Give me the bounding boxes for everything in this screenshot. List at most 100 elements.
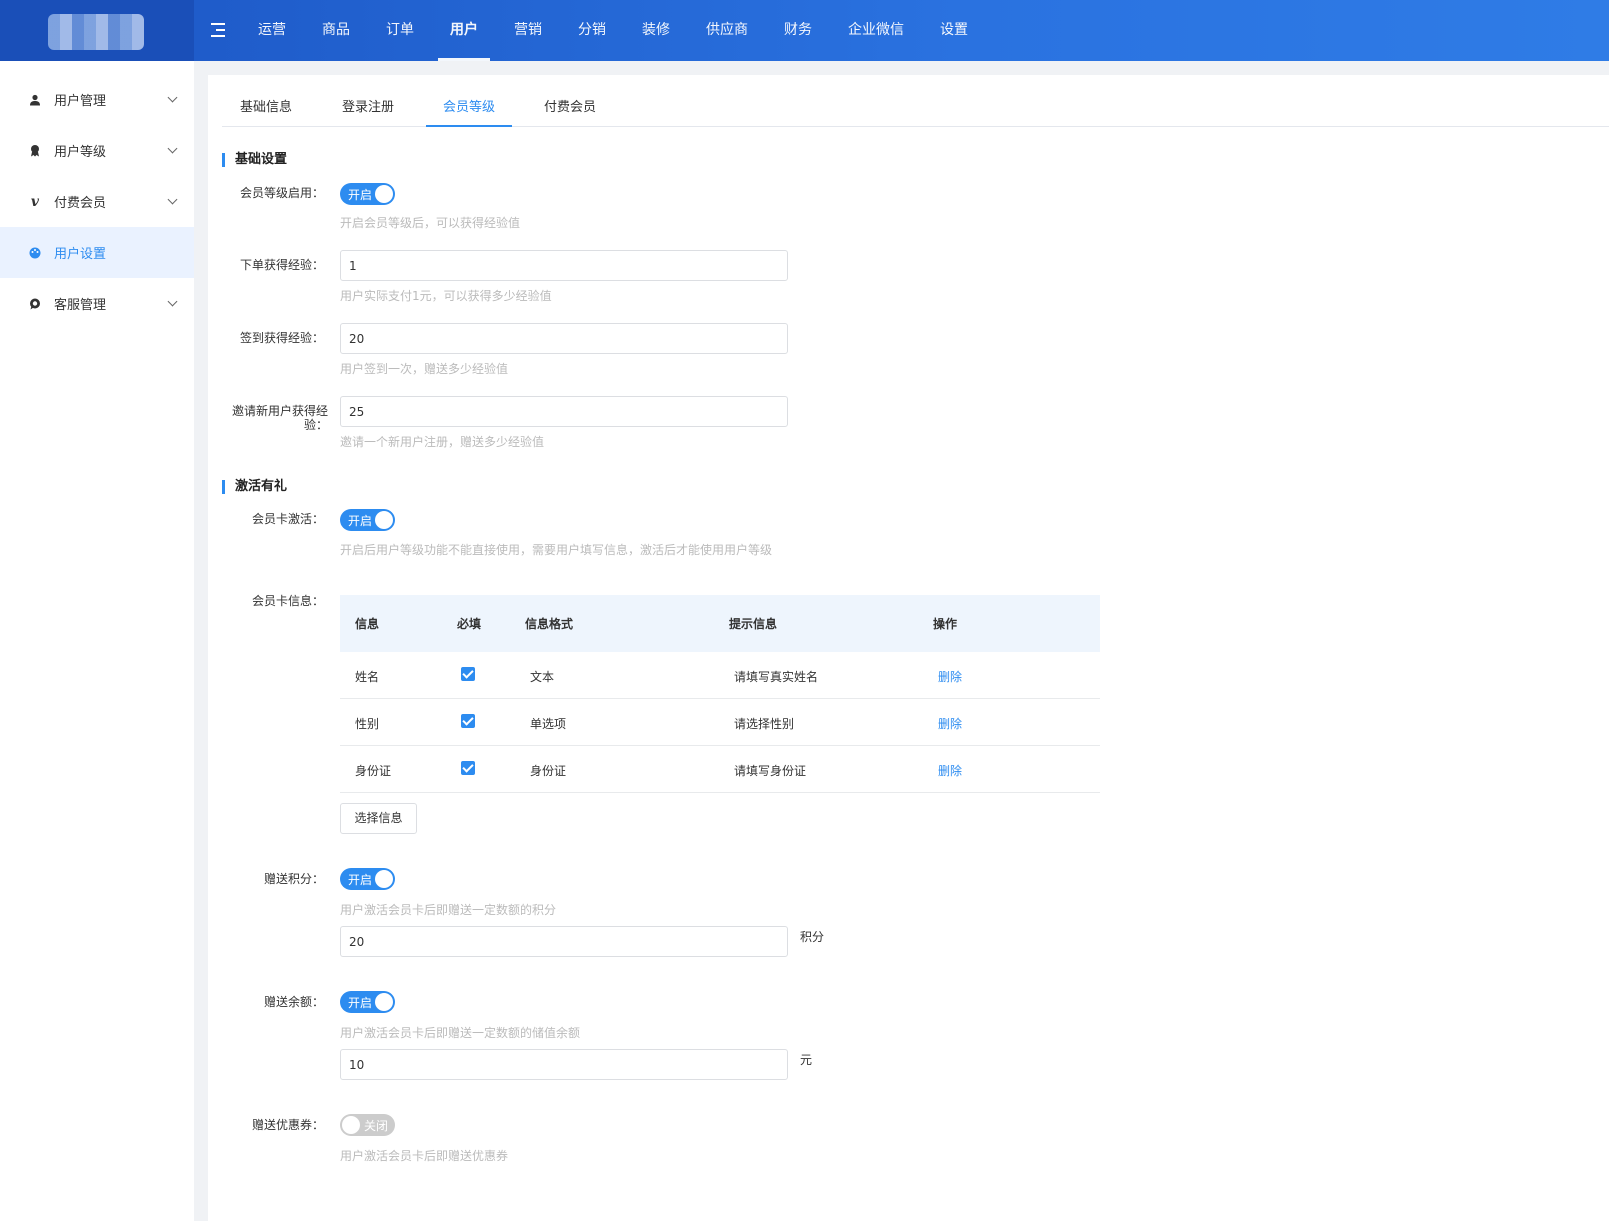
section-title-activate: 激活有礼 [222,480,287,494]
logo-image [48,14,144,50]
card-info-label: 会员卡信息： [251,594,324,608]
vimeo-icon: v [30,193,40,210]
tab-basic-info[interactable]: 基础信息 [238,94,294,127]
gift-coupon-hint: 用户激活会员卡后即赠送优惠券 [340,1149,509,1163]
order-exp-hint: 用户实际支付1元，可以获得多少经验值 [340,289,552,303]
tab-member-level[interactable]: 会员等级 [426,94,512,127]
gift-balance-label: 赠送余额： [263,995,324,1009]
switch-knob [375,511,393,529]
tab-bar: 基础信息 登录注册 会员等级 付费会员 [222,94,1609,127]
chevron-down-icon [167,296,178,307]
delete-link[interactable]: 删除 [938,668,962,685]
section-title-basic: 基础设置 [222,153,287,167]
table-row: 姓名 文本 请填写真实姓名 删除 [340,652,1100,699]
cell-info: 身份证 [355,764,392,778]
palette-icon [28,246,42,260]
cell-info: 姓名 [355,670,380,684]
switch-text: 关闭 [364,1119,389,1133]
card-activate-label: 会员卡激活： [251,512,324,526]
chat-icon [28,297,42,311]
user-icon [28,93,42,107]
column-header-format: 信息格式 [525,617,574,631]
level-enable-switch[interactable]: 开启 [340,183,395,205]
delete-link[interactable]: 删除 [938,762,962,779]
sidebar-item-user-management[interactable]: 用户管理 [0,74,194,125]
nav-item-users[interactable]: 用户 [432,0,496,61]
chevron-down-icon [167,92,178,103]
card-activate-hint: 开启后用户等级功能不能直接使用，需要用户填写信息，激活后才能使用用户等级 [340,543,773,557]
order-exp-label: 下单获得经验： [239,258,324,272]
column-header-info: 信息 [355,617,380,631]
sidebar-item-label: 用户设置 [54,247,107,262]
chevron-down-icon [167,194,178,205]
nav-item-settings[interactable]: 设置 [922,0,986,61]
sidebar-item-paid-member[interactable]: v 付费会员 [0,176,194,227]
sign-exp-label: 签到获得经验： [239,331,324,345]
required-checkbox[interactable] [461,667,475,681]
main-panel: 基础信息 登录注册 会员等级 付费会员 基础设置 会员等级启用： 开启 开启会员… [208,75,1609,1221]
table-header: 信息 必填 信息格式 提示信息 操作 [340,595,1100,652]
cell-info: 性别 [355,717,380,731]
tab-login-register[interactable]: 登录注册 [340,94,396,127]
cell-format: 身份证 [530,764,567,778]
select-info-button[interactable]: 选择信息 [340,803,417,834]
table-row: 性别 单选项 请选择性别 删除 [340,699,1100,746]
switch-knob [375,870,393,888]
invite-exp-hint: 邀请一个新用户注册，赠送多少经验值 [340,435,545,449]
menu-collapse-icon[interactable] [211,22,227,38]
nav-item-operation[interactable]: 运营 [240,0,304,61]
sign-exp-input[interactable] [340,323,788,354]
nav-item-marketing[interactable]: 营销 [496,0,560,61]
column-header-tip: 提示信息 [729,617,778,631]
gift-points-unit: 积分 [800,930,825,944]
switch-knob [342,1116,360,1134]
logo[interactable] [0,0,194,61]
cell-format: 单选项 [530,717,567,731]
sign-exp-hint: 用户签到一次，赠送多少经验值 [340,362,509,376]
chevron-down-icon [167,143,178,154]
delete-link[interactable]: 删除 [938,715,962,732]
cell-tip: 请选择性别 [734,717,795,731]
cell-tip: 请填写身份证 [734,764,807,778]
nav-item-supplier[interactable]: 供应商 [688,0,766,61]
gift-coupon-switch[interactable]: 关闭 [340,1114,395,1136]
invite-exp-label-line1: 邀请新用户获得经 [231,404,328,418]
nav-item-orders[interactable]: 订单 [368,0,432,61]
card-info-table: 信息 必填 信息格式 提示信息 操作 姓名 文本 请填写真实姓名 删除 性别 单… [340,595,1100,793]
gift-points-label: 赠送积分： [263,872,324,886]
switch-knob [375,185,393,203]
switch-knob [375,993,393,1011]
gift-coupon-label: 赠送优惠券： [251,1118,324,1132]
sidebar-item-label: 用户管理 [54,94,107,109]
gift-points-switch[interactable]: 开启 [340,868,395,890]
required-checkbox[interactable] [461,714,475,728]
gift-balance-hint: 用户激活会员卡后即赠送一定数额的储值余额 [340,1026,581,1040]
invite-exp-label: 邀请新用户获得经 验： [212,404,328,432]
sidebar-item-label: 用户等级 [54,145,107,160]
tab-paid-member[interactable]: 付费会员 [542,94,598,127]
level-enable-label: 会员等级启用： [239,186,324,200]
card-activate-switch[interactable]: 开启 [340,509,395,531]
gift-balance-switch[interactable]: 开启 [340,991,395,1013]
sidebar-item-user-level[interactable]: 用户等级 [0,125,194,176]
medal-icon [28,144,42,158]
column-header-required: 必填 [457,617,482,631]
nav-item-goods[interactable]: 商品 [304,0,368,61]
sidebar-item-label: 客服管理 [54,298,107,313]
nav-item-wecom[interactable]: 企业微信 [830,0,922,61]
nav-item-decoration[interactable]: 装修 [624,0,688,61]
nav-item-distribution[interactable]: 分销 [560,0,624,61]
sidebar-item-user-settings[interactable]: 用户设置 [0,227,194,278]
gift-balance-input[interactable] [340,1049,788,1080]
order-exp-input[interactable] [340,250,788,281]
sidebar-item-customer-service[interactable]: 客服管理 [0,278,194,329]
nav-item-finance[interactable]: 财务 [766,0,830,61]
gift-points-input[interactable] [340,926,788,957]
required-checkbox[interactable] [461,761,475,775]
invite-exp-label-line2: 验： [303,418,328,432]
invite-exp-input[interactable] [340,396,788,427]
cell-format: 文本 [530,670,555,684]
switch-text: 开启 [348,188,373,202]
table-row: 身份证 身份证 请填写身份证 删除 [340,746,1100,793]
switch-text: 开启 [348,514,373,528]
